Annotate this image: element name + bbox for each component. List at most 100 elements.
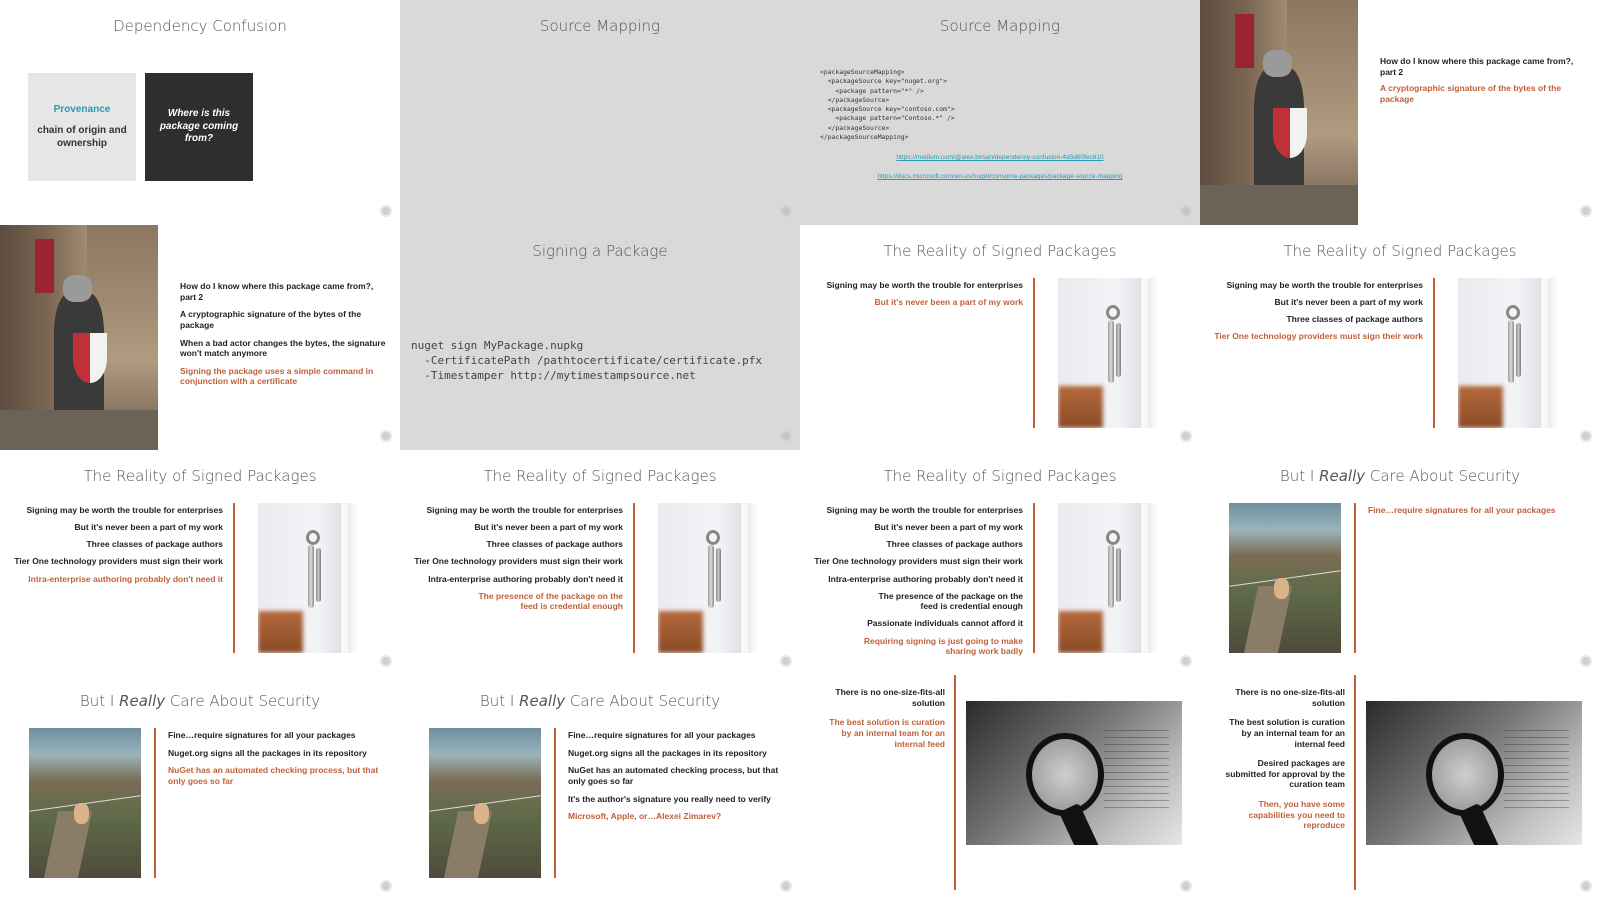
bullet: Nuget.org signs all the packages in its … [568,747,767,758]
bullet: Then, you have some capabilities you nee… [1248,799,1345,831]
slide-5[interactable]: How do I know where this package came fr… [0,225,400,450]
bullet: There is no one-size-fits-all solution [835,687,945,708]
bullet: The best solution is curation by an inte… [829,717,945,749]
bullet: Fine…require signatures for all your pac… [1368,505,1556,515]
bullet: Passionate individuals cannot afford it [867,618,1023,629]
bullet: Tier One technology providers must sign … [814,556,1023,567]
slide-title: But I Really Care About Security [79,692,321,710]
bullet: How do I know where this package came fr… [180,281,374,302]
bullet: Three classes of package authors [486,539,623,550]
slide-4[interactable]: How do I know where this package came fr… [1200,0,1600,225]
bullet: The presence of the package on the feed … [878,590,1023,612]
provenance-heading: Provenance [53,104,111,115]
slide-6[interactable]: Signing a Package nuget sign MyPackage.n… [400,225,800,450]
divider-line [633,503,635,653]
slide-14[interactable]: But I Really Care About Security Fine…re… [400,675,800,900]
bullet: Signing the package uses a simple comman… [180,365,374,387]
slide-13[interactable]: But I Really Care About Security Fine…re… [0,675,400,900]
slide-7[interactable]: The Reality of Signed Packages Signing m… [800,225,1200,450]
bullet-list: Signing may be worth the trouble for ent… [1208,280,1423,349]
bullet: But it's never been a part of my work [874,297,1023,308]
slide-title: The Reality of Signed Packages [1283,242,1517,260]
bullet-list: Fine…require signatures for all your pac… [1368,505,1593,516]
slide-logo-icon [1580,880,1592,892]
slide-8[interactable]: The Reality of Signed Packages Signing m… [1200,225,1600,450]
divider-line [1354,675,1356,890]
slide-title: The Reality of Signed Packages [483,467,717,485]
bullet: There is no one-size-fits-all solution [1235,687,1345,708]
keys-photo [1058,278,1158,428]
bullet-list: How do I know where this package came fr… [1380,56,1590,105]
slide-logo-icon [1580,655,1592,667]
bullet: But it's never been a part of my work [474,522,623,533]
bullet: Three classes of package authors [1286,314,1423,325]
bullet-list: Fine…require signatures for all your pac… [568,730,783,822]
keys-photo [1458,278,1558,428]
slide-logo-icon [1180,880,1192,892]
slide-9[interactable]: The Reality of Signed Packages Signing m… [0,450,400,675]
slide-logo-icon [780,205,792,217]
bullet: A cryptographic signature of the bytes o… [1380,83,1562,104]
bullet: Tier One technology providers must sign … [414,556,623,567]
slide-title: Source Mapping [539,17,661,35]
slide-title: Source Mapping [939,17,1061,35]
bullet: Microsoft, Apple, or…Alexei Zimarev? [568,811,722,822]
bullet: Tier One technology providers must sign … [1214,331,1423,342]
bullet: It's the author's signature you really n… [568,793,771,804]
slide-logo-icon [1180,430,1192,442]
provenance-box: Provenance chain of origin and ownership [28,73,136,181]
slide-11[interactable]: The Reality of Signed Packages Signing m… [800,450,1200,675]
slide-logo-icon [1180,205,1192,217]
bullet: Fine…require signatures for all your pac… [168,730,356,740]
slide-title: The Reality of Signed Packages [883,242,1117,260]
slide-logo-icon [780,880,792,892]
bullet: Desired packages are submitted for appro… [1225,758,1346,790]
slide-logo-icon [380,655,392,667]
bullet: Fine…require signatures for all your pac… [568,730,756,740]
bullet: NuGet has an automated checking process,… [568,765,779,786]
zipline-photo [29,728,141,878]
slide-title: But I Really Care About Security [479,692,721,710]
bullet: Tier One technology providers must sign … [14,556,223,567]
keys-photo [658,503,758,653]
slide-logo-icon [1580,205,1592,217]
docs-link[interactable]: https://docs.microsoft.com/en-us/nuget/c… [800,173,1200,180]
bullet: But it's never been a part of my work [74,522,223,533]
bullet-list: Signing may be worth the trouble for ent… [8,505,223,591]
zipline-photo [429,728,541,878]
bullet: Signing may be worth the trouble for ent… [826,280,1023,290]
bullet: But it's never been a part of my work [874,522,1023,533]
slide-title: Signing a Package [532,242,668,260]
keys-photo [1058,503,1158,653]
bullet-list: Signing may be worth the trouble for ent… [408,505,623,618]
slide-10[interactable]: The Reality of Signed Packages Signing m… [400,450,800,675]
slide-12[interactable]: But I Really Care About Security Fine…re… [1200,450,1600,675]
slide-sorter-grid: Dependency Confusion Provenance chain of… [0,0,1600,900]
bullet: When a bad actor changes the bytes, the … [180,337,386,359]
bullet: How do I know where this package came fr… [1380,56,1574,77]
slide-2[interactable]: Source Mapping [400,0,800,225]
medium-link[interactable]: https://medium.com/@alex.birsan/dependen… [800,154,1200,161]
slide-1[interactable]: Dependency Confusion Provenance chain of… [0,0,400,225]
bullet: Signing may be worth the trouble for ent… [826,505,1023,515]
bullet: Intra-enterprise authoring probably don'… [428,573,623,584]
bullet: The presence of the package on the feed … [478,590,623,612]
bullet: Signing may be worth the trouble for ent… [26,505,223,515]
bullet-list: There is no one-size-fits-all solution T… [1220,687,1346,837]
slide-15[interactable]: There is no one-size-fits-all solution T… [800,675,1200,900]
divider-line [154,728,156,878]
keys-photo [258,503,358,653]
bullet: Signing may be worth the trouble for ent… [426,505,623,515]
slide-16[interactable]: There is no one-size-fits-all solution T… [1200,675,1600,900]
bullet-list: Signing may be worth the trouble for ent… [808,280,1023,314]
zipline-photo [1229,503,1341,653]
package-source-mapping-xml: <packageSourceMapping> <packageSource ke… [820,68,955,141]
bullet: Intra-enterprise authoring probably don'… [828,573,1023,584]
question-box: Where is this package coming from? [145,73,253,181]
slide-3[interactable]: Source Mapping <packageSourceMapping> <p… [800,0,1200,225]
magnifier-photo [966,701,1182,845]
slide-title: Dependency Confusion [113,17,287,35]
divider-line [954,675,956,890]
slide-logo-icon [780,655,792,667]
bullet: Signing may be worth the trouble for ent… [1226,280,1423,290]
